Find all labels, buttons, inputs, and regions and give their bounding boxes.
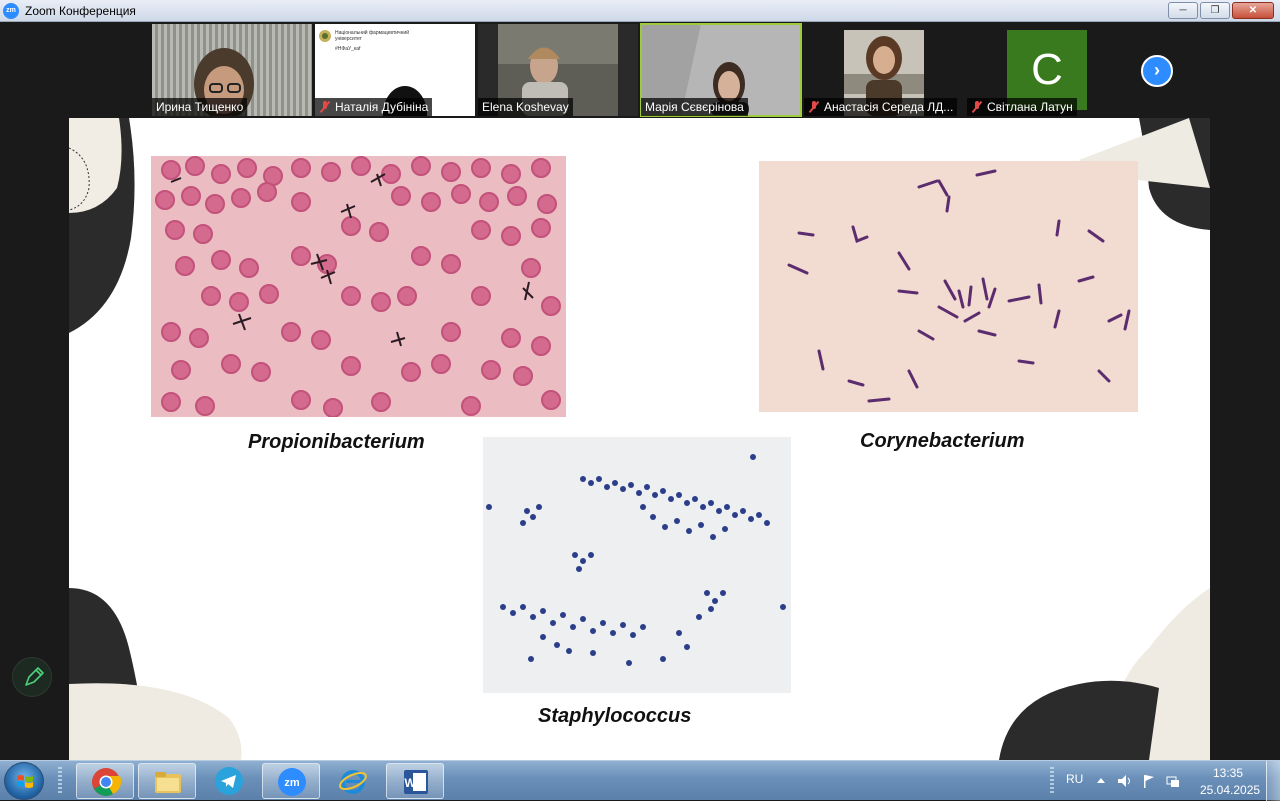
caption-staphylococcus: Staphylococcus (538, 705, 692, 727)
decorative-shape (999, 588, 1210, 760)
participant-name: Ирина Тищенко (152, 98, 248, 116)
telegram-icon (215, 767, 243, 795)
shared-screen-slide: Propionibacterium Corynebacterium Staphy… (69, 118, 1210, 760)
internet-explorer-icon (339, 770, 367, 794)
language-indicator[interactable]: RU (1066, 772, 1083, 786)
decorative-shape (69, 588, 242, 760)
participant-tile-active[interactable]: Марія Сєвєрінова (640, 23, 802, 117)
propionibacterium-micrograph (151, 156, 566, 417)
svg-text:zm: zm (284, 777, 300, 789)
participant-tile[interactable]: C Світлана Латун (967, 24, 1127, 116)
word-icon: W (404, 770, 428, 794)
start-button[interactable] (4, 762, 44, 800)
window-title: Zoom Конференция (25, 4, 136, 18)
svg-text:W: W (404, 776, 416, 790)
decorative-shape (69, 118, 135, 333)
participant-tile[interactable]: Національний фармацевтичний університет … (315, 24, 475, 116)
chrome-icon (92, 768, 121, 796)
action-center-flag-icon[interactable] (1141, 773, 1157, 789)
participant-tile[interactable]: Elena Koshevay (478, 24, 638, 116)
pencil-icon (25, 667, 44, 686)
taskbar-explorer[interactable] (138, 763, 196, 799)
folder-icon (155, 772, 181, 793)
staphylococcus-micrograph (483, 437, 791, 693)
volume-icon[interactable] (1116, 773, 1132, 789)
taskbar-chrome[interactable] (76, 763, 134, 799)
caption-corynebacterium: Corynebacterium (860, 430, 1025, 452)
zoom-app-icon: zm (3, 3, 19, 19)
zoom-icon: zm (278, 768, 306, 796)
window-title-bar: zm Zoom Конференция ─ ❐ ✕ (0, 0, 1280, 22)
minimize-button[interactable]: ─ (1168, 2, 1198, 19)
participant-name: Анастасія Середа ЛД... (804, 98, 958, 116)
participant-tile[interactable]: Анастасія Середа ЛД... (804, 24, 964, 116)
clock-date[interactable]: 25.04.2025 (1200, 783, 1260, 797)
taskbar-zoom[interactable]: zm (262, 763, 320, 799)
windows-taskbar: zm W RU 13:35 25.04.2025 (0, 760, 1280, 801)
caption-propionibacterium: Propionibacterium (248, 431, 425, 453)
restore-button[interactable]: ❐ (1200, 2, 1230, 19)
show-hidden-icons-icon[interactable] (1096, 775, 1106, 785)
participant-strip: Ирина Тищенко Національний фармацевтични… (0, 22, 1280, 118)
mic-muted-icon (808, 101, 820, 113)
annotate-button[interactable] (12, 657, 52, 697)
participant-tile[interactable]: Ирина Тищенко (152, 24, 312, 116)
clock-time[interactable]: 13:35 (1213, 766, 1243, 780)
windows-flag-icon (17, 775, 33, 788)
participant-name: Наталія Дубініна (315, 98, 433, 116)
mic-muted-icon (319, 101, 331, 113)
show-desktop-button[interactable] (1266, 761, 1280, 801)
next-participants-button[interactable]: › (1141, 55, 1173, 87)
network-icon[interactable] (1165, 773, 1181, 789)
taskbar-word[interactable]: W (386, 763, 444, 799)
taskbar-telegram[interactable] (200, 763, 258, 799)
slide-preview-text: #НФаУ_каf (335, 46, 361, 52)
mic-muted-icon (971, 101, 983, 113)
participant-name: Elena Koshevay (478, 98, 573, 116)
close-button[interactable]: ✕ (1232, 2, 1274, 19)
taskbar-internet-explorer[interactable] (324, 763, 382, 799)
participant-name: Марія Сєвєрінова (641, 98, 748, 116)
corynebacterium-micrograph (759, 161, 1138, 412)
participant-name: Світлана Латун (967, 98, 1077, 116)
slide-preview-text: університет (335, 36, 362, 42)
